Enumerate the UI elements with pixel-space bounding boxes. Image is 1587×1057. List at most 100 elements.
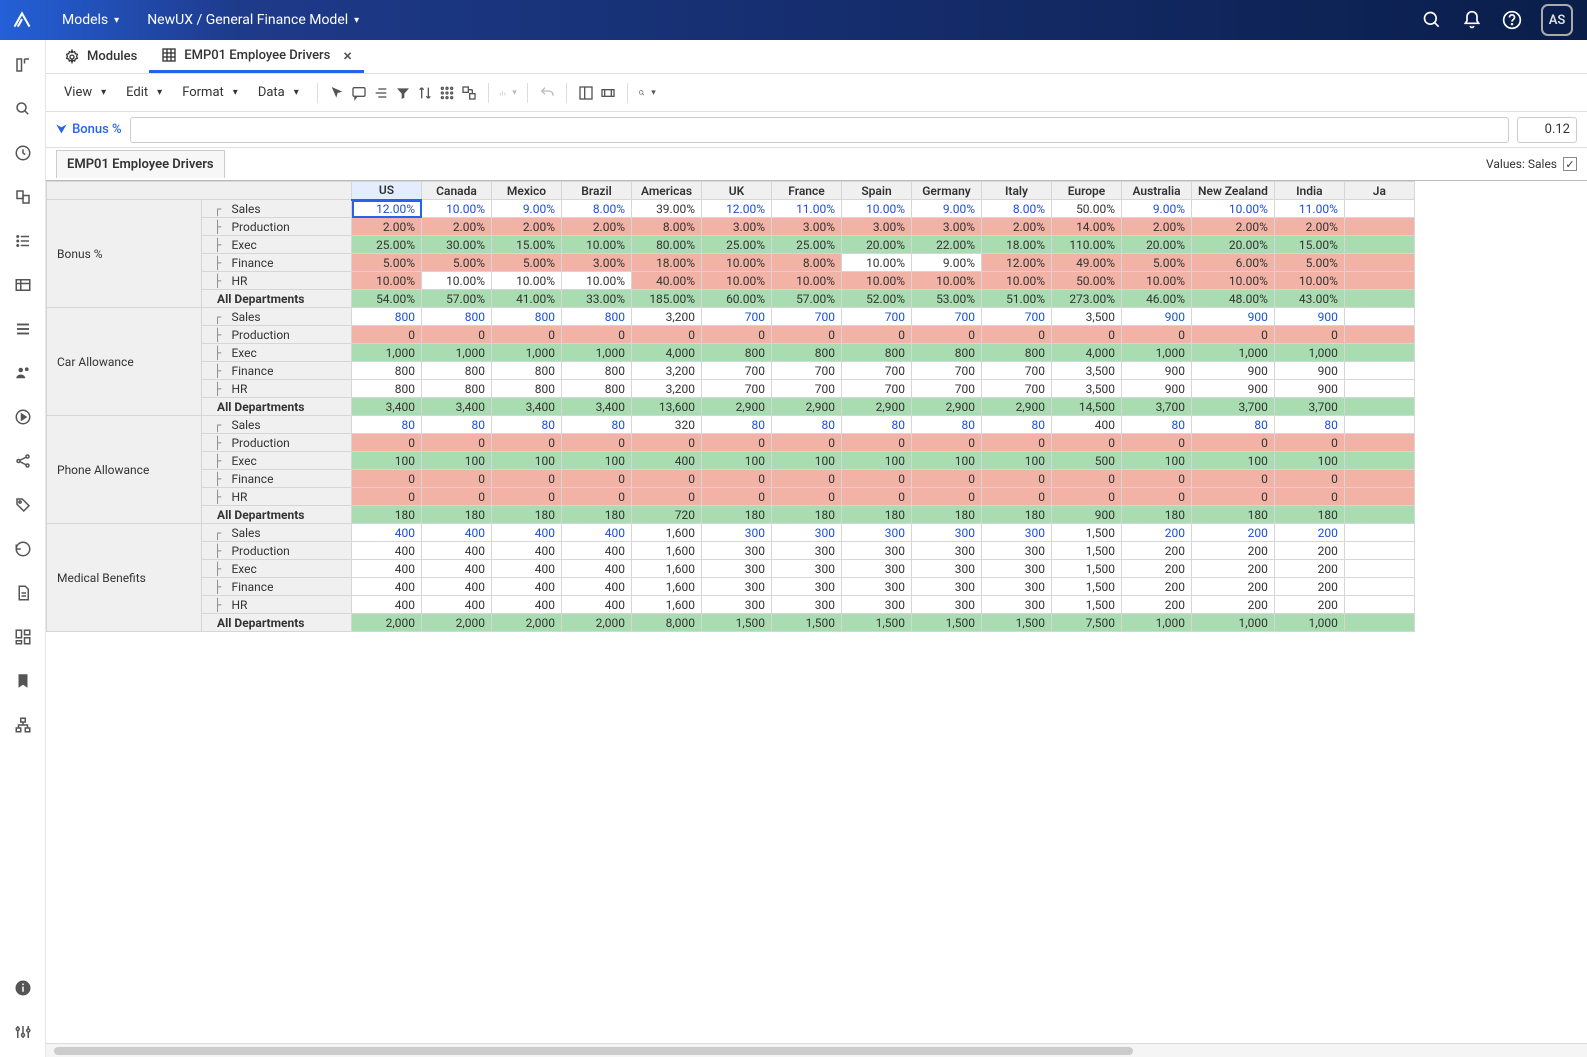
cell[interactable]: 80: [1122, 416, 1192, 434]
cell[interactable]: 100: [1274, 452, 1344, 470]
cell[interactable]: 0: [422, 470, 492, 488]
colhdr-Australia[interactable]: Australia: [1122, 182, 1192, 200]
cell[interactable]: 0: [772, 488, 842, 506]
cell[interactable]: 180: [982, 506, 1052, 524]
cell[interactable]: 300: [772, 524, 842, 542]
cell[interactable]: 300: [982, 524, 1052, 542]
cell[interactable]: 10.00%: [562, 236, 632, 254]
cell[interactable]: 800: [702, 344, 772, 362]
cell[interactable]: 0: [772, 434, 842, 452]
cursor-icon[interactable]: [328, 84, 346, 102]
formula-input[interactable]: [130, 117, 1509, 143]
cell[interactable]: 800: [562, 380, 632, 398]
cell[interactable]: 2,900: [772, 398, 842, 416]
cell[interactable]: 200: [1192, 524, 1275, 542]
cell[interactable]: [1344, 326, 1414, 344]
cell[interactable]: 2.00%: [982, 218, 1052, 236]
cell[interactable]: 5.00%: [422, 254, 492, 272]
cell[interactable]: 400: [352, 578, 422, 596]
cell[interactable]: 1,500: [1052, 524, 1122, 542]
show-icon[interactable]: [599, 84, 617, 102]
cell[interactable]: 0: [702, 434, 772, 452]
colhdr-Mexico[interactable]: Mexico: [492, 182, 562, 200]
view-menu[interactable]: View▾: [56, 81, 114, 104]
cell[interactable]: 300: [702, 596, 772, 614]
cell[interactable]: 0: [562, 326, 632, 344]
cell[interactable]: 1,000: [1274, 344, 1344, 362]
cell[interactable]: 100: [702, 452, 772, 470]
cell[interactable]: 3.00%: [772, 218, 842, 236]
cell[interactable]: 46.00%: [1122, 290, 1192, 308]
cell[interactable]: 50.00%: [1052, 200, 1122, 218]
cell[interactable]: 200: [1122, 542, 1192, 560]
cell[interactable]: 1,500: [912, 614, 982, 632]
cell[interactable]: 14,500: [1052, 398, 1122, 416]
cell[interactable]: 22.00%: [912, 236, 982, 254]
rowhdr-Exec[interactable]: ├ Exec: [202, 452, 352, 470]
cell[interactable]: [1344, 308, 1414, 326]
cell[interactable]: 3,200: [632, 308, 702, 326]
cell[interactable]: 2.00%: [352, 218, 422, 236]
cell[interactable]: 10.00%: [842, 200, 912, 218]
hierarchy-icon[interactable]: [12, 714, 34, 736]
cell[interactable]: 2.00%: [492, 218, 562, 236]
rowhdr-All Departments[interactable]: All Departments: [202, 614, 352, 632]
colhdr-Americas[interactable]: Americas: [632, 182, 702, 200]
cell[interactable]: 0: [1122, 488, 1192, 506]
cell[interactable]: 180: [702, 506, 772, 524]
cell[interactable]: [1344, 614, 1414, 632]
cell[interactable]: 4,000: [1052, 344, 1122, 362]
colhdr-Ja[interactable]: Ja: [1344, 182, 1414, 200]
cell[interactable]: 0: [1274, 326, 1344, 344]
edit-menu[interactable]: Edit▾: [118, 81, 170, 104]
cell[interactable]: 0: [422, 434, 492, 452]
cell[interactable]: 400: [492, 578, 562, 596]
cell[interactable]: 13,600: [632, 398, 702, 416]
cell[interactable]: 43.00%: [1274, 290, 1344, 308]
cell[interactable]: 3,700: [1274, 398, 1344, 416]
cell[interactable]: 10.00%: [702, 272, 772, 290]
colhdr-Brazil[interactable]: Brazil: [562, 182, 632, 200]
cell[interactable]: 200: [1274, 542, 1344, 560]
cell[interactable]: 800: [772, 344, 842, 362]
cell[interactable]: 900: [1274, 362, 1344, 380]
rowhdr-HR[interactable]: ├ HR: [202, 272, 352, 290]
settings-sliders-icon[interactable]: [12, 1021, 34, 1043]
cell[interactable]: 10.00%: [1122, 272, 1192, 290]
cell[interactable]: 11.00%: [1274, 200, 1344, 218]
cell[interactable]: 5.00%: [492, 254, 562, 272]
cell[interactable]: 53.00%: [912, 290, 982, 308]
values-checkbox[interactable]: ✓: [1563, 157, 1577, 171]
cell[interactable]: 100: [772, 452, 842, 470]
colhdr-Germany[interactable]: Germany: [912, 182, 982, 200]
rowhdr-Production[interactable]: ├ Production: [202, 326, 352, 344]
cell[interactable]: 100: [1122, 452, 1192, 470]
cell[interactable]: 0: [1192, 488, 1275, 506]
cell[interactable]: 0: [702, 488, 772, 506]
cell[interactable]: 300: [702, 560, 772, 578]
cell[interactable]: 400: [422, 524, 492, 542]
cell[interactable]: 200: [1274, 524, 1344, 542]
cell[interactable]: 700: [912, 380, 982, 398]
expand-sidebar-icon[interactable]: [12, 54, 34, 76]
search-icon[interactable]: [1421, 9, 1443, 31]
help-icon[interactable]: [1501, 9, 1523, 31]
cell[interactable]: 100: [352, 452, 422, 470]
cell[interactable]: 800: [492, 380, 562, 398]
module-name[interactable]: EMP01 Employee Drivers: [56, 150, 225, 178]
cell[interactable]: 1,000: [1192, 614, 1275, 632]
cell[interactable]: [1344, 560, 1414, 578]
cell[interactable]: 10.00%: [422, 272, 492, 290]
cell[interactable]: [1344, 362, 1414, 380]
cell[interactable]: 0: [492, 470, 562, 488]
cell[interactable]: 100: [1192, 452, 1275, 470]
cell[interactable]: 0: [492, 434, 562, 452]
cell[interactable]: 5.00%: [1274, 254, 1344, 272]
avatar[interactable]: AS: [1541, 4, 1573, 36]
close-icon[interactable]: ×: [343, 46, 352, 65]
cell[interactable]: 1,000: [1192, 344, 1275, 362]
cell[interactable]: 180: [772, 506, 842, 524]
info-icon[interactable]: [12, 977, 34, 999]
cell[interactable]: 700: [982, 308, 1052, 326]
cell[interactable]: 3,500: [1052, 380, 1122, 398]
